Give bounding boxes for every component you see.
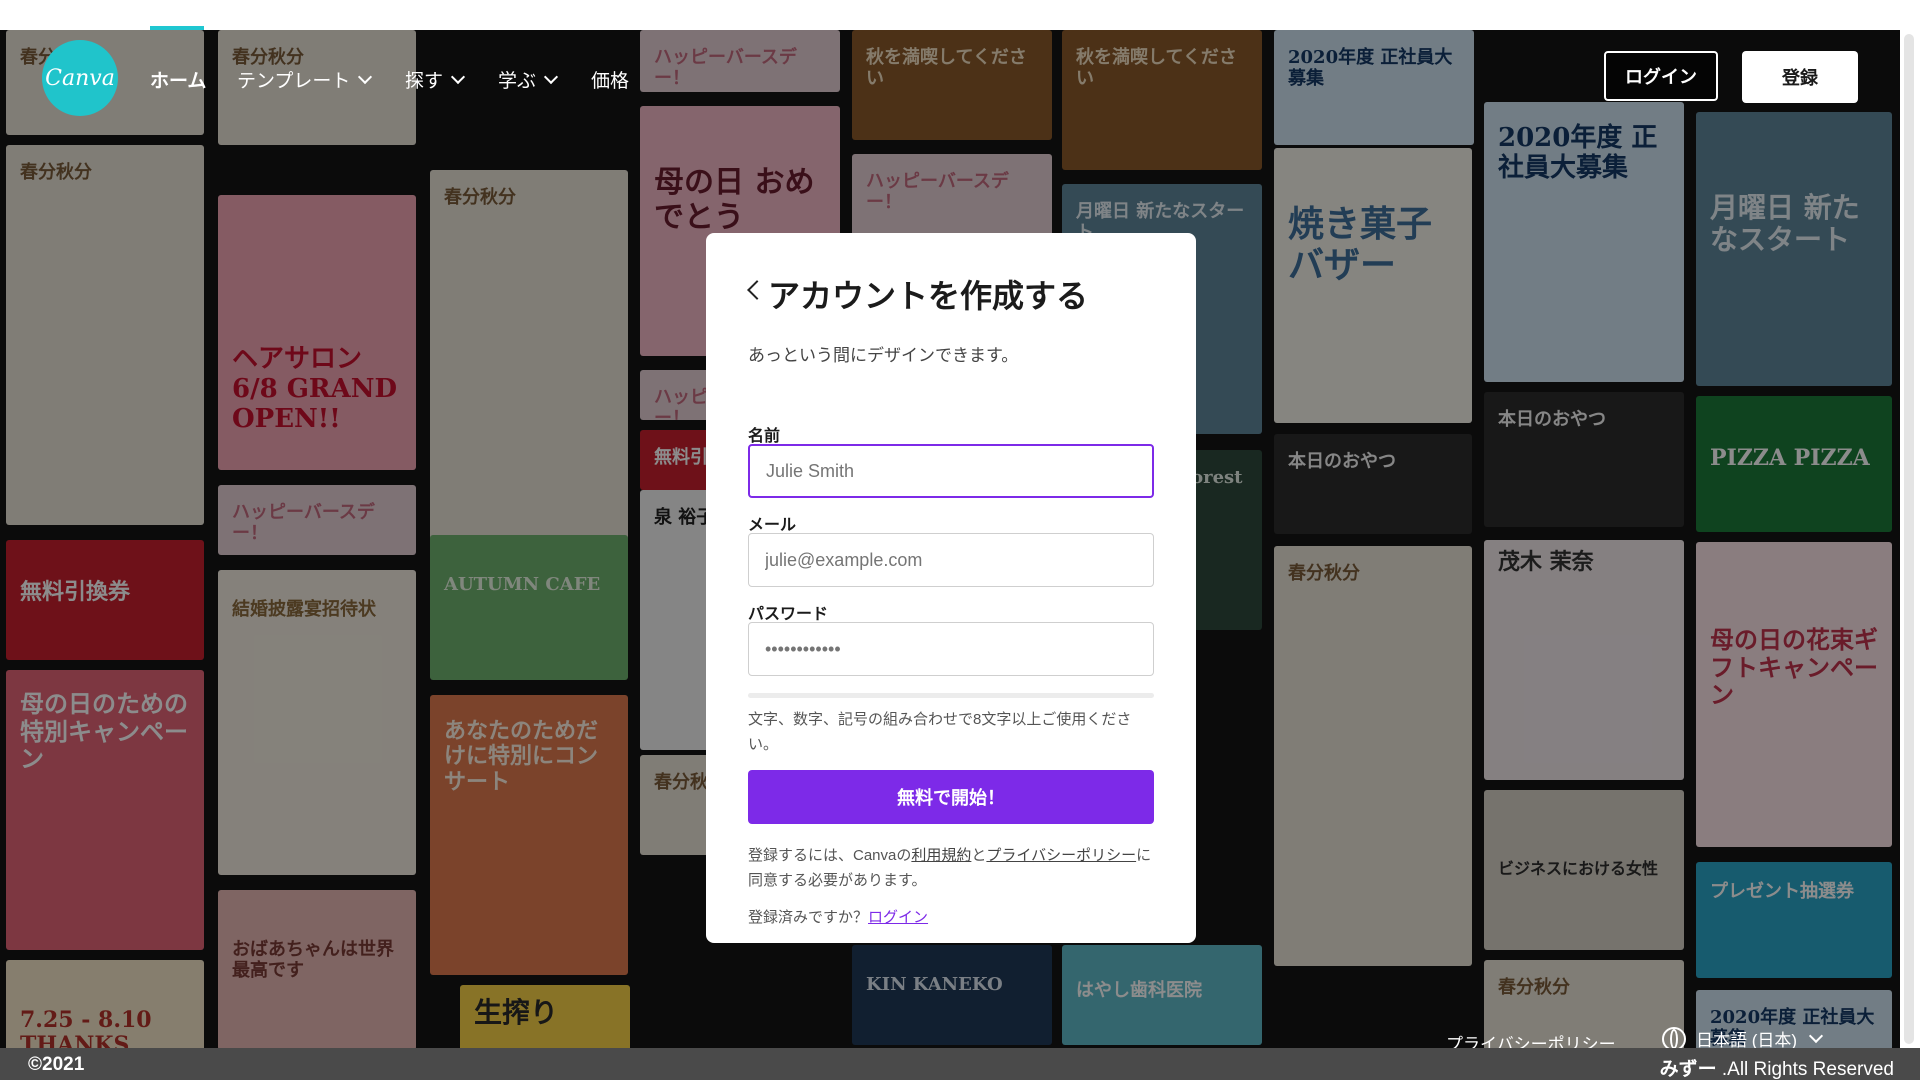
- language-selector[interactable]: 日本語 (日本): [1662, 1026, 1824, 1048]
- password-hint: 文字、数字、記号の組み合わせで8文字以上ご使用ください。: [748, 711, 1132, 753]
- name-label: 名前: [748, 428, 781, 445]
- copyright: ©2021: [28, 1054, 85, 1075]
- already-registered: 登録済みですか？ログイン: [748, 909, 929, 926]
- modal-subtitle: あっという間にデザインできます。: [748, 346, 1019, 365]
- footer-privacy-link[interactable]: プライバシーポリシー: [1446, 1030, 1616, 1048]
- login-button[interactable]: ログイン: [1604, 51, 1718, 101]
- password-strength-bar: [748, 693, 1154, 698]
- password-label: パスワード: [748, 606, 829, 623]
- scrollbar[interactable]: [1900, 30, 1920, 1048]
- browser-top-strip: [0, 0, 1920, 30]
- privacy-policy-link[interactable]: プライバシーポリシー: [986, 847, 1136, 864]
- email-label: メール: [748, 517, 797, 534]
- back-chevron-icon[interactable]: [747, 280, 767, 300]
- modal-title: アカウントを作成する: [768, 278, 1089, 314]
- page-viewport: 春分秋分 春分秋分 ハッピーバースデー！ 秋を満喫してください 秋を満喫してくだ…: [0, 30, 1900, 1048]
- chevron-down-icon: [450, 69, 466, 84]
- terms-notice: 登録するには、Canvaの利用規約とプライバシーポリシーに同意する必要があります…: [748, 847, 1152, 889]
- globe-icon: [1662, 1026, 1686, 1048]
- rights-text: みずー .All Rights Reserved: [1659, 1059, 1894, 1080]
- nav-home[interactable]: ホーム: [150, 66, 206, 93]
- register-button[interactable]: 登録: [1742, 51, 1858, 103]
- chevron-down-icon: [1808, 1028, 1824, 1043]
- terms-link[interactable]: 利用規約: [911, 847, 971, 864]
- password-input[interactable]: [748, 622, 1154, 676]
- chevron-down-icon: [358, 69, 373, 84]
- modal-login-link[interactable]: ログイン: [868, 909, 928, 926]
- nav-learn[interactable]: 学ぶ: [498, 66, 559, 93]
- top-navigation: Canva ホーム テンプレート 探す 学ぶ 価格 ログイン 登録: [0, 30, 1900, 122]
- bottom-bar: ©2021 みずー .All Rights Reserved: [0, 1048, 1920, 1080]
- nav-templates[interactable]: テンプレート: [237, 66, 373, 93]
- name-input[interactable]: [748, 444, 1154, 498]
- scrollbar-thumb[interactable]: [1904, 34, 1914, 1044]
- start-free-button[interactable]: 無料で開始！: [748, 770, 1154, 824]
- nav-discover[interactable]: 探す: [405, 66, 466, 93]
- chevron-down-icon: [543, 69, 559, 84]
- nav-pricing[interactable]: 価格: [591, 66, 629, 93]
- signup-modal: アカウントを作成する あっという間にデザインできます。 名前 メール パスワード…: [706, 233, 1196, 943]
- email-input[interactable]: [748, 533, 1154, 587]
- canva-logo[interactable]: Canva: [42, 40, 118, 116]
